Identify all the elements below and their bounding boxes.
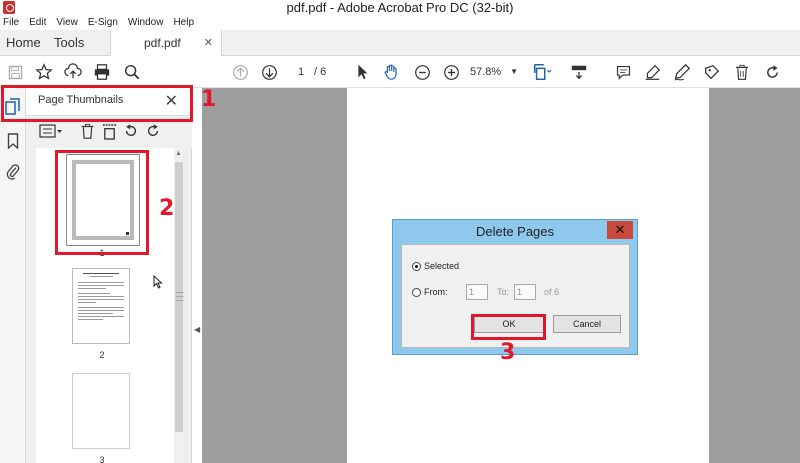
menu-edit[interactable]: Edit bbox=[29, 16, 46, 30]
page-total-label: of 6 bbox=[544, 287, 560, 297]
tab-tools[interactable]: Tools bbox=[54, 30, 84, 56]
window-title: pdf.pdf - Adobe Acrobat Pro DC (32-bit) bbox=[286, 0, 514, 15]
attachment-icon[interactable] bbox=[4, 162, 22, 180]
selected-label: Selected bbox=[424, 261, 460, 271]
left-navigation-rail bbox=[0, 88, 26, 463]
zoom-value: 57.8% bbox=[470, 66, 502, 78]
upload-icon[interactable] bbox=[63, 62, 83, 82]
dialog-title: Delete Pages bbox=[475, 224, 555, 239]
selected-radio[interactable] bbox=[412, 262, 421, 271]
thumbnail-label: 2 bbox=[99, 350, 105, 360]
page-number-input[interactable]: 1 bbox=[292, 64, 310, 80]
thumbnails-panel: Page Thumbnails ✕ 1 2 3 ▲ — — — bbox=[26, 88, 192, 463]
find-icon[interactable] bbox=[122, 62, 142, 82]
select-arrow-icon[interactable] bbox=[352, 62, 372, 82]
tab-document-label: pdf.pdf bbox=[144, 36, 181, 50]
menu-window[interactable]: Window bbox=[128, 16, 164, 30]
mouse-cursor-icon bbox=[153, 275, 163, 289]
rotate-clockwise-icon[interactable] bbox=[144, 122, 162, 140]
rotate-counterclockwise-icon[interactable] bbox=[122, 122, 140, 140]
prev-page-icon[interactable] bbox=[230, 62, 250, 82]
annotation-box-3 bbox=[471, 314, 546, 340]
tab-row: Home Tools pdf.pdf ✕ bbox=[0, 30, 800, 57]
menu-file[interactable]: File bbox=[3, 16, 19, 30]
fit-page-icon[interactable] bbox=[532, 62, 552, 82]
chevron-down-icon: ▼ bbox=[510, 67, 518, 76]
save-icon[interactable] bbox=[5, 62, 25, 82]
tab-document[interactable]: pdf.pdf ✕ bbox=[110, 30, 222, 57]
annotation-box-1 bbox=[1, 85, 193, 122]
grip-icon: — — — bbox=[176, 288, 184, 305]
star-icon[interactable] bbox=[34, 62, 54, 82]
highlight-icon[interactable] bbox=[642, 62, 662, 82]
menu-help[interactable]: Help bbox=[173, 16, 194, 30]
zoom-dropdown[interactable]: 57.8% ▼ bbox=[470, 64, 520, 80]
zoom-out-icon[interactable] bbox=[412, 62, 432, 82]
thumbnail-label: 3 bbox=[99, 455, 105, 463]
close-tab-icon[interactable]: ✕ bbox=[204, 36, 213, 49]
hand-icon[interactable] bbox=[381, 62, 401, 82]
insert-page-icon[interactable] bbox=[100, 122, 118, 140]
rotate-icon[interactable] bbox=[762, 62, 782, 82]
options-menu-icon[interactable] bbox=[38, 122, 64, 140]
from-label: From: bbox=[424, 287, 448, 297]
thumbnail-scrollbar[interactable]: ▲ — — — bbox=[174, 148, 184, 463]
delete-icon[interactable] bbox=[732, 62, 752, 82]
thumbnail-page-2[interactable] bbox=[72, 268, 130, 344]
page-count-label: / 6 bbox=[314, 66, 327, 78]
to-label: To: bbox=[497, 287, 510, 297]
menu-view[interactable]: View bbox=[56, 16, 78, 30]
toolbar: 1 / 6 57.8% ▼ bbox=[0, 56, 800, 88]
annotation-number-3: 3 bbox=[500, 340, 516, 365]
menu-esign[interactable]: E-Sign bbox=[88, 16, 118, 30]
tab-home[interactable]: Home bbox=[6, 30, 41, 56]
menu-bar: File Edit View E-Sign Window Help bbox=[0, 16, 800, 30]
scroll-up-icon[interactable]: ▲ bbox=[175, 150, 182, 157]
annotation-number-2: 2 bbox=[159, 196, 175, 221]
title-bar: pdf.pdf - Adobe Acrobat Pro DC (32-bit) bbox=[0, 0, 800, 16]
sign-icon[interactable] bbox=[672, 62, 692, 82]
edit-icon[interactable] bbox=[702, 62, 722, 82]
from-page-input[interactable]: 1 bbox=[466, 284, 488, 300]
collapse-panel-icon[interactable]: ◀ bbox=[194, 325, 200, 334]
thumbnail-page-3[interactable] bbox=[72, 373, 130, 449]
next-page-icon[interactable] bbox=[259, 62, 279, 82]
comment-icon[interactable] bbox=[613, 62, 633, 82]
annotation-number-1: 1 bbox=[201, 87, 217, 112]
scroll-mode-icon[interactable] bbox=[569, 62, 589, 82]
annotation-box-2 bbox=[55, 150, 149, 255]
print-icon[interactable] bbox=[92, 62, 112, 82]
delete-pages-icon[interactable] bbox=[78, 122, 96, 140]
from-radio[interactable] bbox=[412, 288, 421, 297]
zoom-in-icon[interactable] bbox=[441, 62, 461, 82]
close-dialog-button[interactable]: ✕ bbox=[607, 221, 633, 239]
to-page-input[interactable]: 1 bbox=[514, 284, 536, 300]
cancel-button[interactable]: Cancel bbox=[553, 315, 621, 333]
bookmark-icon[interactable] bbox=[4, 132, 22, 150]
